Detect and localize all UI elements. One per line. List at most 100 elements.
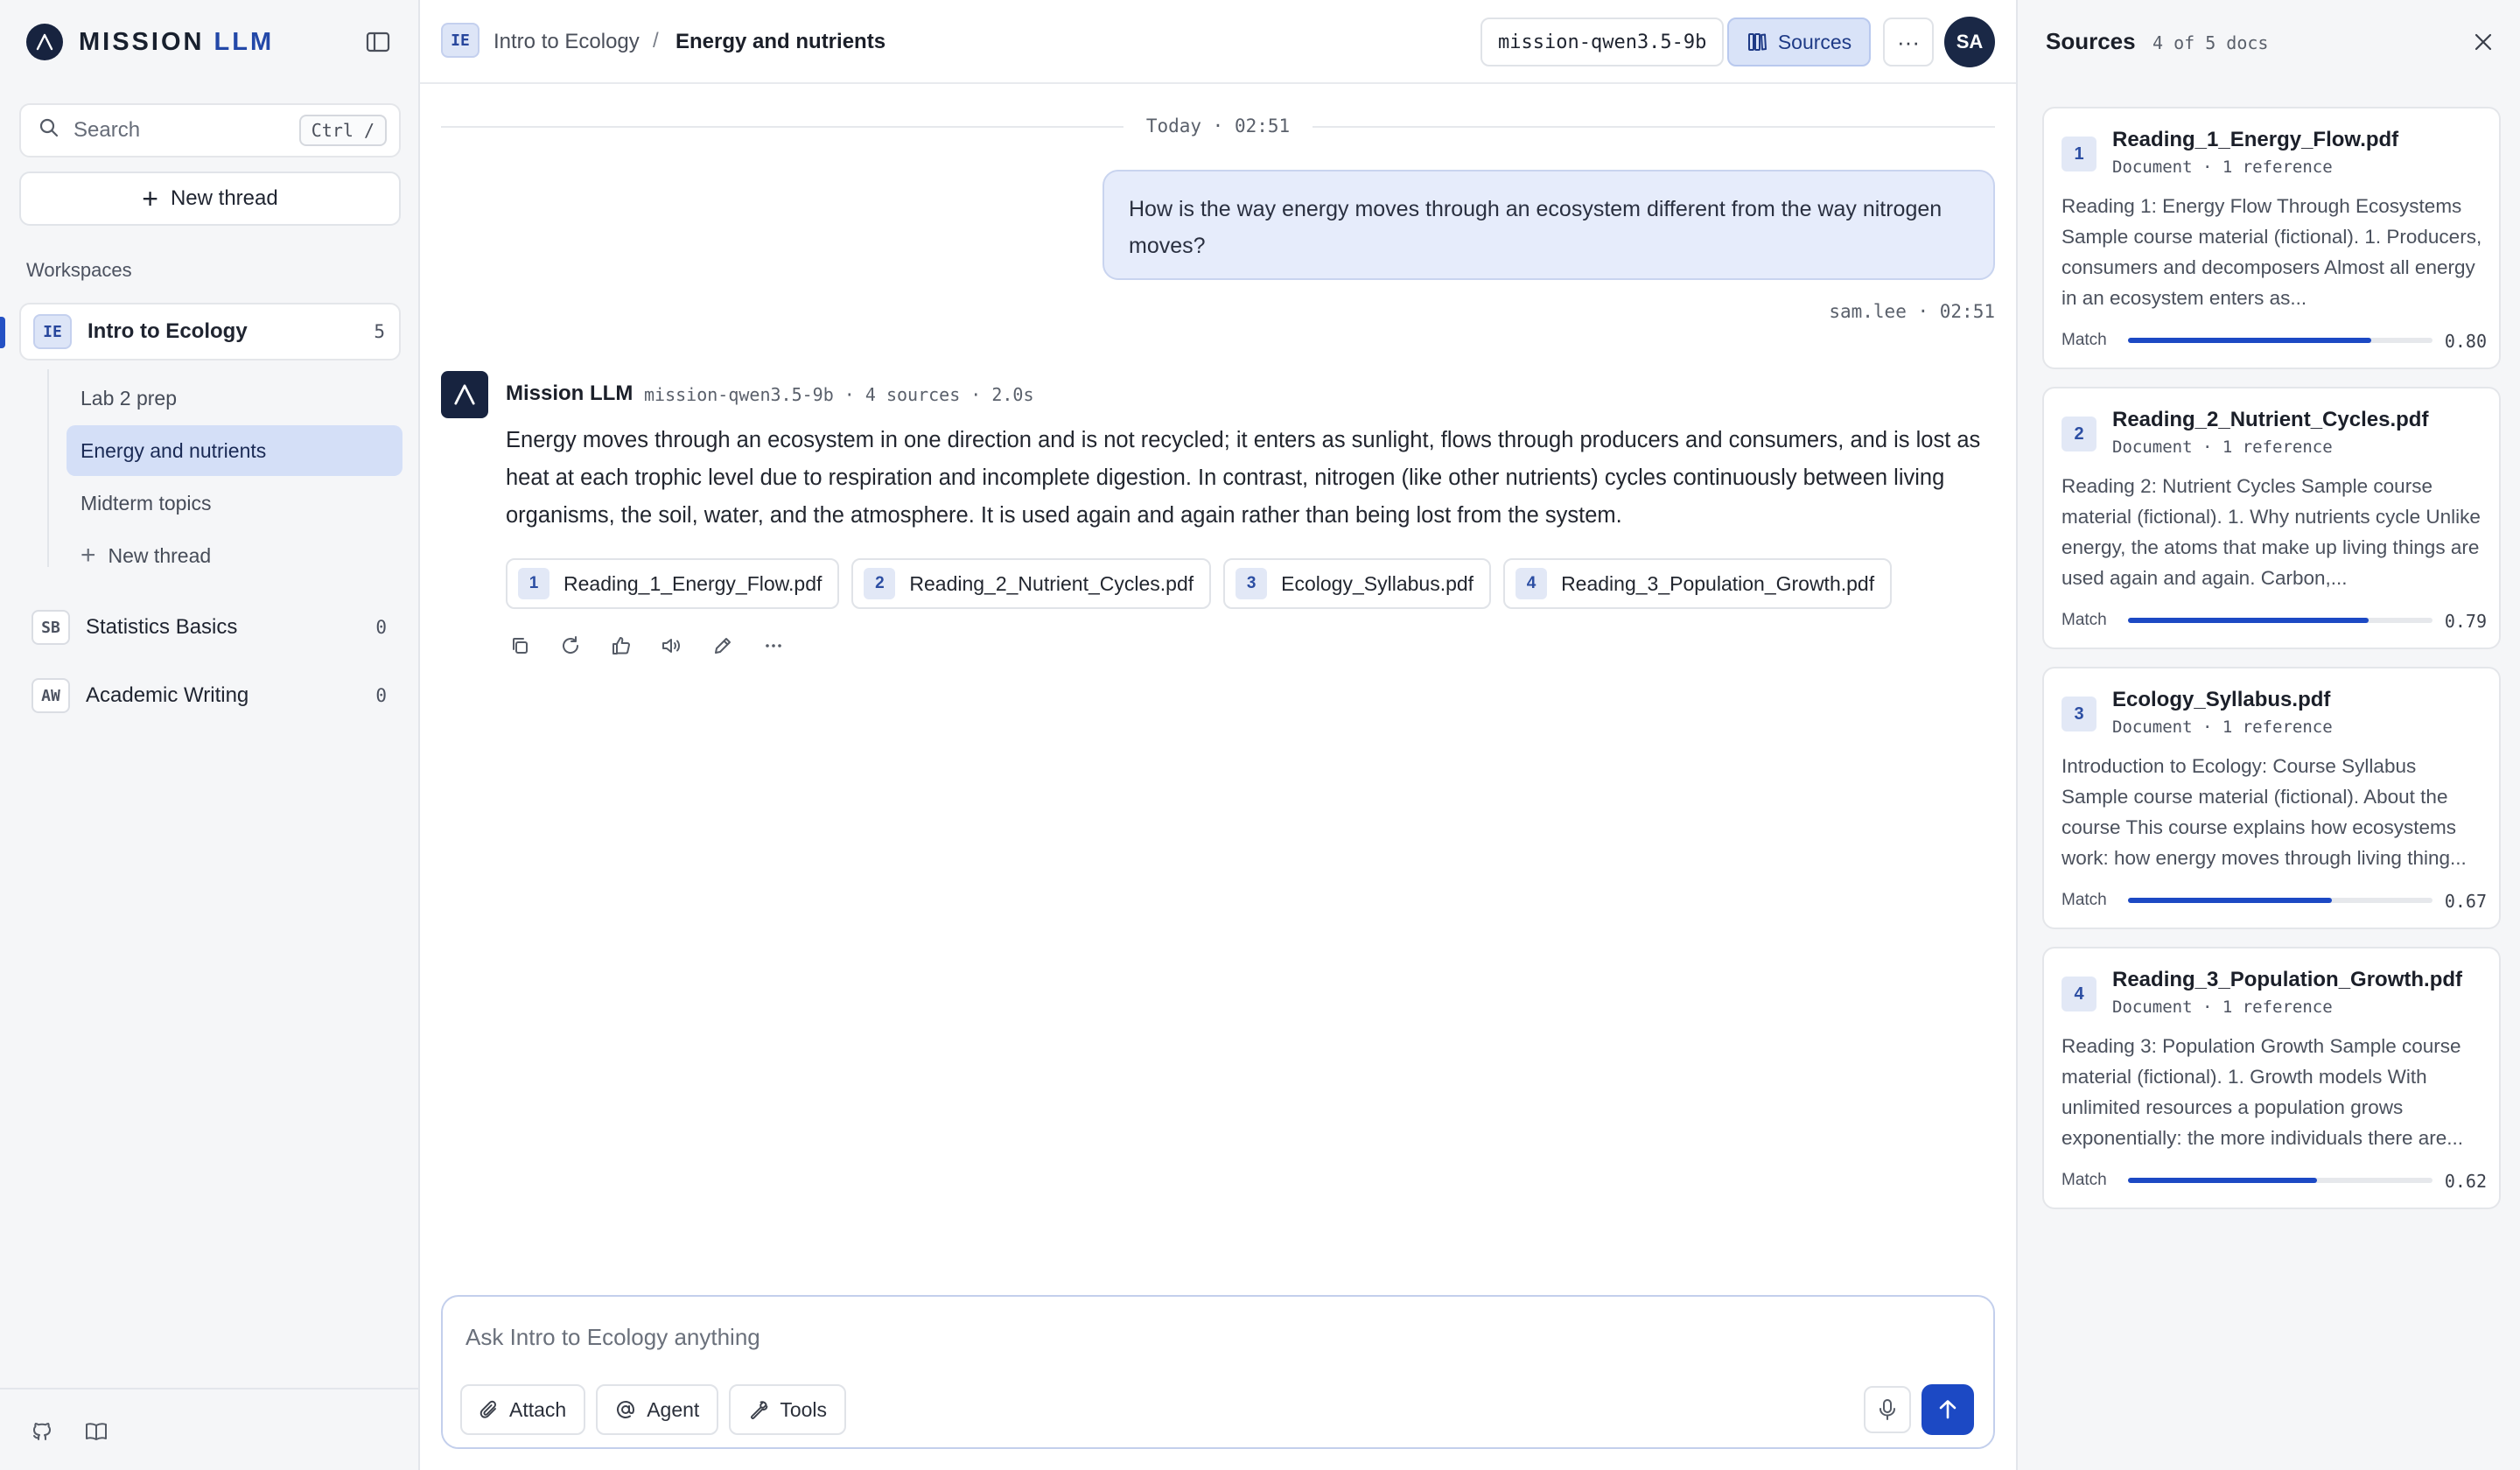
- composer: Attach Agent Tools: [441, 1295, 1995, 1449]
- agent-button[interactable]: Agent: [596, 1384, 719, 1435]
- paperclip-icon: [480, 1400, 496, 1418]
- search-box[interactable]: Search Ctrl /: [19, 103, 401, 158]
- source-snippet: Reading 1: Energy Flow Through Ecosystem…: [2062, 195, 2482, 309]
- sources-panel: Sources 4 of 5 docs 1 Reading_1_Energy_F…: [2016, 0, 2520, 1470]
- brand[interactable]: MISSION LLM: [26, 23, 274, 61]
- workspace-label: Statistics Basics: [86, 615, 238, 639]
- match-label: Match: [2062, 1171, 2107, 1189]
- breadcrumb-workspace[interactable]: Intro to Ecology: [494, 30, 640, 54]
- assistant-message: Energy moves through an ecosystem in one…: [506, 428, 1981, 528]
- mission-logo-icon: [26, 24, 63, 60]
- match-bar-fill: [2128, 1178, 2317, 1183]
- citation-label: Ecology_Syllabus.pdf: [1281, 571, 1474, 595]
- source-card[interactable]: 1 Reading_1_Energy_Flow.pdf Document · 1…: [2042, 107, 2501, 369]
- citation-label: Reading_2_Nutrient_Cycles.pdf: [909, 571, 1194, 595]
- user-message-meta: sam.lee · 02:51: [1829, 301, 1995, 322]
- match-value: 0.62: [2444, 1171, 2487, 1192]
- arrow-up-icon: [1939, 1400, 1956, 1419]
- close-icon[interactable]: [2469, 28, 2497, 56]
- citation-chip[interactable]: 1 Reading_1_Energy_Flow.pdf: [506, 558, 840, 609]
- sidebar-item-statistics-basics[interactable]: SB Statistics Basics 0: [19, 598, 401, 656]
- sidebar-footer: [0, 1388, 420, 1470]
- match-score: Match 0.80: [2062, 329, 2487, 352]
- regenerate-icon[interactable]: [556, 632, 584, 660]
- match-bar: [2128, 1178, 2432, 1183]
- sources-panel-count: 4 of 5 docs: [2152, 32, 2269, 53]
- workspace-label: Academic Writing: [86, 683, 249, 707]
- match-value: 0.79: [2444, 611, 2487, 632]
- breadcrumb-workspace-badge: IE: [441, 23, 480, 58]
- message-input[interactable]: [466, 1320, 1953, 1354]
- github-icon[interactable]: [28, 1418, 56, 1446]
- source-number: 1: [2062, 136, 2096, 172]
- thread-new-thread-label: New thread: [108, 543, 212, 567]
- model-selector[interactable]: mission-qwen3.5-9b: [1480, 18, 1725, 66]
- active-workspace-indicator: [0, 317, 5, 348]
- tools-label: Tools: [780, 1397, 828, 1421]
- breadcrumb-thread: Energy and nutrients: [676, 30, 886, 53]
- workspace-badge: IE: [33, 314, 72, 349]
- thread-item-lab-2-prep[interactable]: Lab 2 prep: [66, 373, 402, 424]
- source-number: 2: [2062, 416, 2096, 452]
- send-button[interactable]: [1922, 1384, 1974, 1435]
- sidebar-item-academic-writing[interactable]: AW Academic Writing 0: [19, 667, 401, 724]
- source-number: 3: [2062, 696, 2096, 732]
- thread-new-thread-link[interactable]: + New thread: [66, 530, 402, 581]
- more-icon[interactable]: [760, 632, 788, 660]
- copy-icon[interactable]: [506, 632, 534, 660]
- brand-name: MISSION LLM: [79, 28, 274, 57]
- match-value: 0.67: [2444, 891, 2487, 912]
- speaker-icon[interactable]: [658, 632, 686, 660]
- source-card[interactable]: 3 Ecology_Syllabus.pdf Document · 1 refe…: [2042, 667, 2501, 929]
- agent-label: Agent: [647, 1397, 700, 1421]
- search-icon: [38, 117, 60, 144]
- thread-item-midterm-topics[interactable]: Midterm topics: [66, 478, 402, 528]
- match-label: Match: [2062, 891, 2107, 909]
- match-label: Match: [2062, 331, 2107, 349]
- sources-toggle-button[interactable]: Sources: [1727, 18, 1871, 66]
- match-label: Match: [2062, 611, 2107, 629]
- sidebar-collapse-icon[interactable]: [362, 26, 394, 58]
- workspace-badge: AW: [32, 678, 70, 713]
- source-meta: Document · 1 reference: [2112, 718, 2333, 737]
- thread-list: Lab 2 prep Energy and nutrients Midterm …: [47, 369, 402, 569]
- source-filename: Reading_2_Nutrient_Cycles.pdf: [2112, 408, 2429, 431]
- workspaces-heading: Workspaces: [26, 259, 132, 281]
- wrench-icon: [751, 1401, 768, 1419]
- match-bar-fill: [2128, 338, 2372, 343]
- attach-button[interactable]: Attach: [460, 1384, 586, 1435]
- source-card[interactable]: 4 Reading_3_Population_Growth.pdf Docume…: [2042, 947, 2501, 1209]
- sources-button-label: Sources: [1777, 30, 1852, 53]
- match-bar: [2128, 898, 2432, 903]
- user-avatar[interactable]: SA: [1944, 17, 1995, 67]
- citation-chips: 1 Reading_1_Energy_Flow.pdf 2 Reading_2_…: [506, 558, 1893, 609]
- sources-panel-title: Sources: [2046, 28, 2136, 54]
- tools-button[interactable]: Tools: [729, 1384, 847, 1435]
- search-input[interactable]: Search: [74, 118, 299, 143]
- citation-chip[interactable]: 3 Ecology_Syllabus.pdf: [1223, 558, 1492, 609]
- thread-item-energy-and-nutrients[interactable]: Energy and nutrients: [66, 425, 402, 476]
- edit-icon[interactable]: [709, 632, 737, 660]
- plus-icon: +: [80, 541, 96, 570]
- workspace-count: 0: [375, 685, 387, 706]
- sidebar: MISSION LLM Search Ctrl / + New thread W…: [0, 0, 420, 1470]
- assistant-avatar: [441, 371, 488, 418]
- more-options-button[interactable]: ···: [1883, 18, 1934, 66]
- microphone-button[interactable]: [1864, 1386, 1911, 1433]
- microphone-icon: [1880, 1399, 1895, 1420]
- sidebar-item-intro-to-ecology[interactable]: IE Intro to Ecology 5: [19, 303, 401, 360]
- new-thread-button[interactable]: + New thread: [19, 172, 401, 226]
- source-filename: Reading_3_Population_Growth.pdf: [2112, 968, 2463, 991]
- source-meta: Document · 1 reference: [2112, 998, 2333, 1017]
- thumbs-up-icon[interactable]: [607, 632, 635, 660]
- source-card[interactable]: 2 Reading_2_Nutrient_Cycles.pdf Document…: [2042, 387, 2501, 649]
- plus-icon: +: [142, 183, 158, 214]
- message-actions: [506, 632, 788, 660]
- citation-chip[interactable]: 2 Reading_2_Nutrient_Cycles.pdf: [851, 558, 1212, 609]
- book-icon[interactable]: [82, 1418, 110, 1446]
- source-filename: Reading_1_Energy_Flow.pdf: [2112, 128, 2399, 151]
- brand-word-1: MISSION: [79, 27, 205, 56]
- brand-word-2: LLM: [214, 27, 275, 56]
- workspace-count: 5: [374, 321, 385, 342]
- citation-chip[interactable]: 4 Reading_3_Population_Growth.pdf: [1503, 558, 1893, 609]
